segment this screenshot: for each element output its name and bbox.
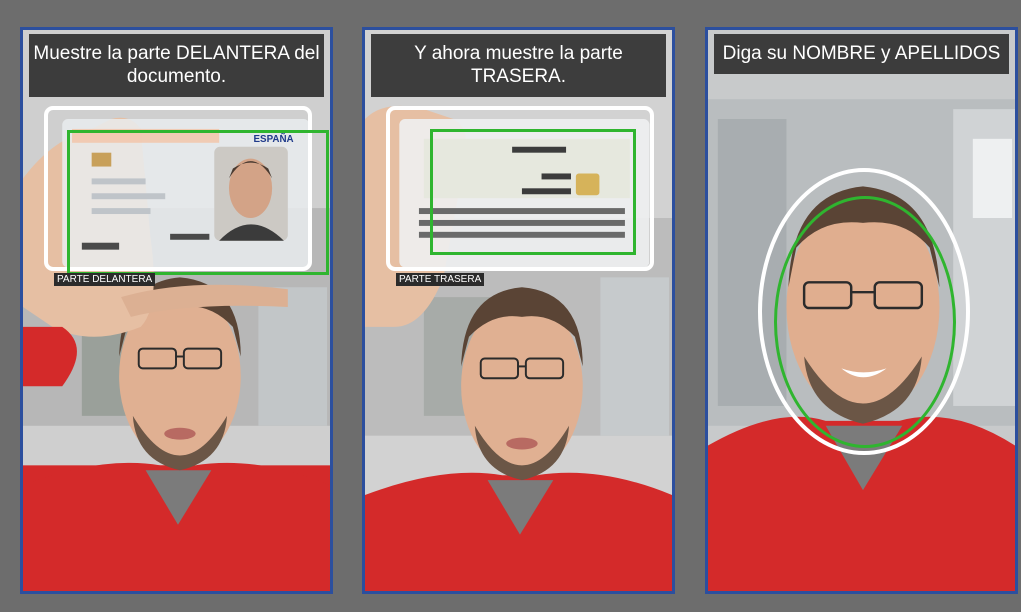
document-guide (430, 129, 636, 255)
document-guide (67, 130, 329, 275)
instruction-banner: Muestre la parte DELANTERA del documento… (29, 34, 324, 97)
instruction-banner: Diga su NOMBRE y APELLIDOS (714, 34, 1009, 74)
instruction-banner: Y ahora muestre la parte TRASERA. (371, 34, 666, 97)
step-panel-back: Y ahora muestre la parte TRASERA. PARTE … (362, 27, 675, 594)
step-panel-front: ESPAÑA Muestre la parte DELANTERA del do… (20, 27, 333, 594)
step-panel-face: Diga su NOMBRE y APELLIDOS (705, 27, 1018, 594)
document-side-label: PARTE DELANTERA (54, 273, 156, 286)
document-side-label: PARTE TRASERA (396, 273, 485, 286)
face-guide (774, 196, 956, 448)
